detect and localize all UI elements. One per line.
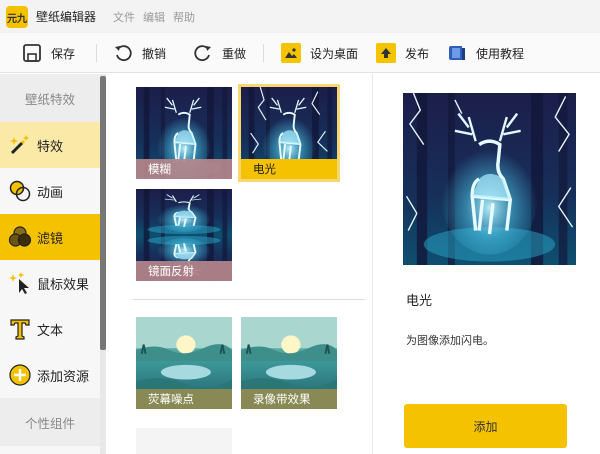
effect-title: 电光 [406,294,433,309]
book-icon [446,42,468,64]
sidebar-item-filter[interactable]: 滤镜 [0,214,100,260]
sidebar-section-effects: 壁纸特效 [0,74,100,122]
thumb-caption: 模糊 [136,159,232,179]
add-circle-icon [7,362,33,388]
sidebar-item-label: 文本 [37,323,64,339]
sidebar-item-label: 特效 [37,139,64,155]
save-button[interactable]: 保存 [21,33,75,73]
text-icon [7,316,33,342]
undo-icon [112,42,134,64]
image-icon [280,42,302,64]
effect-thumb-screen-noise[interactable]: 荧幕噪点 [136,317,232,409]
magic-wand-icon [7,132,33,158]
sidebar-section-components: 个性组件 [0,398,100,446]
sidebar-item-label: 鼠标效果 [37,277,90,293]
effect-thumb-lightning[interactable]: 电光 [238,84,340,182]
save-label: 保存 [51,46,76,61]
thumb-caption: 录像带效果 [241,389,337,409]
undo-button[interactable]: 撤销 [112,33,166,73]
effect-description: 为图像添加闪电。 [406,334,494,347]
panel-divider [372,74,373,454]
undo-label: 撤销 [142,46,167,61]
filter-icon [7,224,33,250]
add-effect-button[interactable]: 添加 [404,404,567,448]
effect-thumb-vhs[interactable]: 录像带效果 [241,317,337,409]
effect-gallery: 模糊 电光 镜面反射 荧幕噪点 录像带效果 [107,74,372,454]
toolbar-separator [263,44,264,62]
menu-edit[interactable]: 编辑 [143,9,165,25]
menu-help[interactable]: 帮助 [173,9,195,25]
sidebar-item-text[interactable]: 文本 [0,306,100,352]
sidebar-item-mouse-effect[interactable]: 鼠标效果 [0,260,100,306]
tutorial-button[interactable]: 使用教程 [446,33,524,73]
sidebar-item-effects[interactable]: 特效 [0,122,100,168]
effect-thumb-partial[interactable] [136,428,232,454]
thumb-caption: 镜面反射 [136,261,232,281]
redo-label: 重做 [222,46,247,61]
effect-thumb-blur[interactable]: 模糊 [136,87,232,179]
save-icon [21,42,43,64]
redo-icon [192,42,214,64]
thumb-caption: 荧幕噪点 [136,389,232,409]
thumb-caption: 电光 [241,159,337,179]
effect-preview-image [403,93,576,265]
upload-icon [375,42,397,64]
sidebar-scrollbar-thumb[interactable] [100,76,106,350]
menu-file[interactable]: 文件 [113,9,135,25]
sidebar-item-label: 动画 [37,185,64,201]
set-desktop-label: 设为桌面 [310,46,359,61]
set-desktop-button[interactable]: 设为桌面 [280,33,358,73]
sidebar: 壁纸特效 特效 动画 滤镜 鼠标效果 文本 添加资源 个性组件 [0,74,100,454]
sidebar-item-add-resource[interactable]: 添加资源 [0,352,100,398]
effect-thumb-mirror[interactable]: 镜面反射 [136,189,232,281]
publish-button[interactable]: 发布 [375,33,429,73]
redo-button[interactable]: 重做 [192,33,246,73]
toolbar: 保存 撤销 重做 设为桌面 发布 使用教程 [0,33,600,73]
sidebar-item-animation[interactable]: 动画 [0,168,100,214]
gallery-divider [133,299,365,300]
cursor-sparkle-icon [7,270,33,296]
tutorial-label: 使用教程 [476,46,525,61]
toolbar-separator [96,44,97,62]
sidebar-item-label: 滤镜 [37,231,64,247]
app-name: 壁纸编辑器 [36,10,97,24]
app-logo: 元九 [6,6,28,28]
publish-label: 发布 [405,46,430,61]
title-bar: 元九 壁纸编辑器 文件 编辑 帮助 [0,0,600,33]
sidebar-item-label: 添加资源 [37,369,90,385]
animation-icon [7,178,33,204]
